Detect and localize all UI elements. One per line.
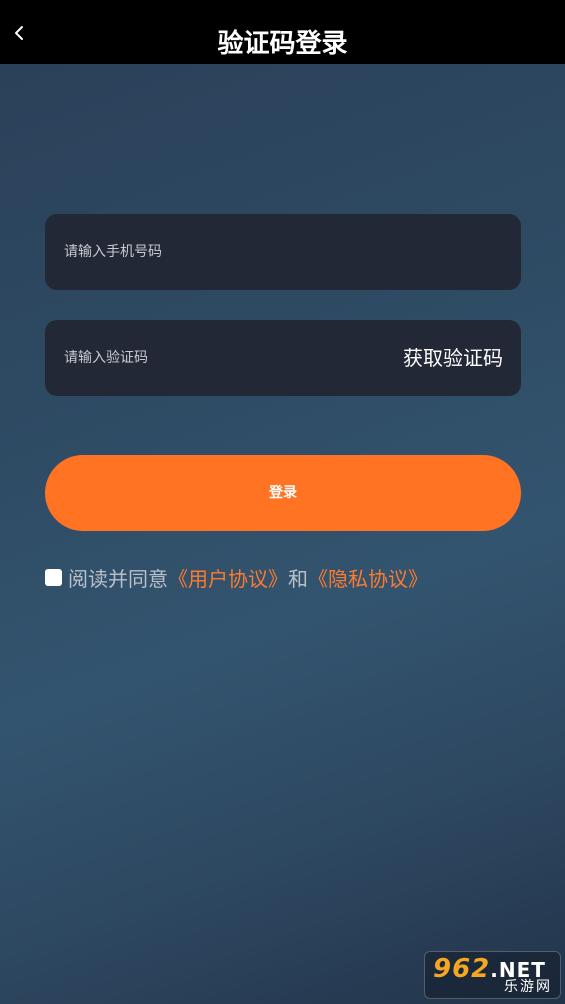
- header-bar: 验证码登录: [0, 0, 565, 64]
- agreement-prefix: 阅读并同意: [68, 566, 168, 591]
- phone-input-placeholder: 请输入手机号码: [64, 244, 162, 260]
- get-code-button[interactable]: 获取验证码: [403, 320, 503, 396]
- login-button[interactable]: 登录: [45, 455, 521, 531]
- user-agreement-link[interactable]: 《用户协议》: [168, 563, 288, 592]
- privacy-agreement-link[interactable]: 《隐私协议》: [308, 563, 428, 592]
- watermark-number: 962: [433, 954, 491, 984]
- code-input[interactable]: 请输入验证码 获取验证码: [45, 320, 521, 396]
- phone-input[interactable]: 请输入手机号码: [45, 214, 521, 290]
- code-input-placeholder: 请输入验证码: [64, 350, 148, 366]
- agreement-checkbox[interactable]: [45, 568, 62, 586]
- agreement-conjunction: 和: [288, 566, 308, 591]
- watermark-name: 乐游网: [504, 979, 552, 995]
- site-watermark: 962.NET 乐游网: [424, 951, 561, 999]
- page-title: 验证码登录: [217, 29, 348, 59]
- agreement-row: 阅读并同意 《用户协议》 和 《隐私协议》: [45, 562, 428, 592]
